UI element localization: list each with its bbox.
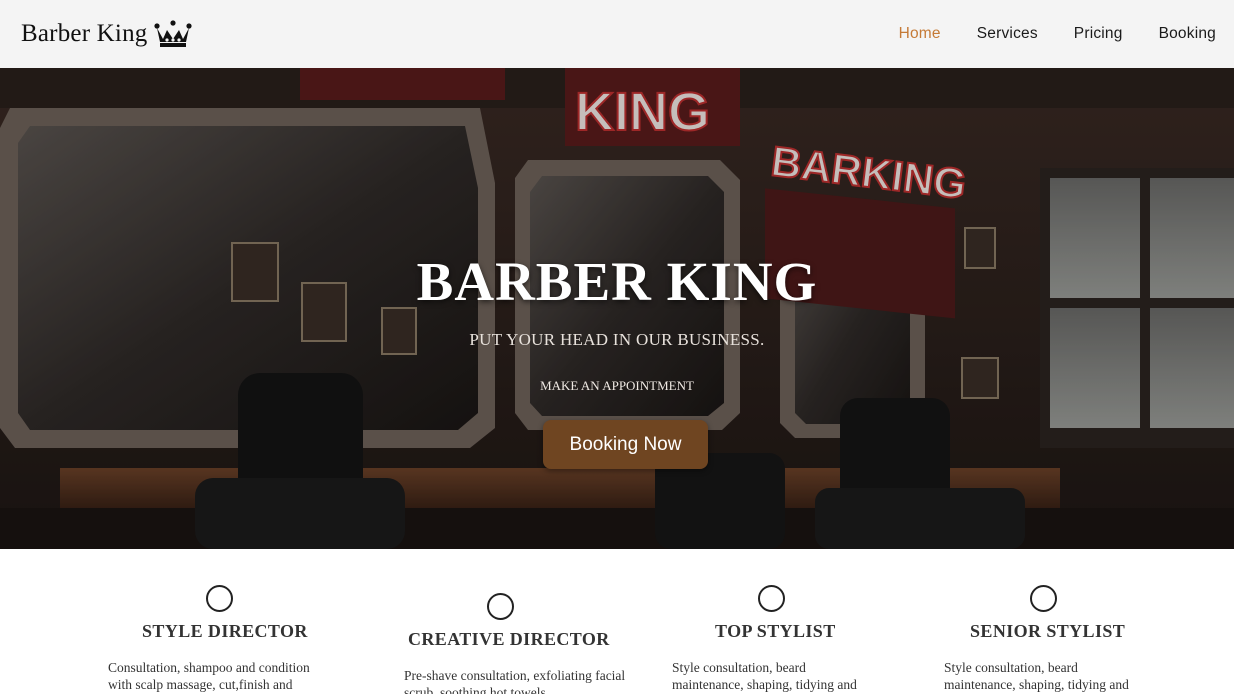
- appointment-label: MAKE AN APPOINTMENT: [540, 378, 694, 393]
- staff-description: Consultation, shampoo and condition with…: [108, 660, 310, 692]
- nav-services[interactable]: Services: [977, 25, 1038, 43]
- staff-description: Style consultation, beard maintenance, s…: [944, 660, 1129, 692]
- crown-icon: [154, 20, 193, 47]
- hero-content: BARBER KING PUT YOUR HEAD IN OUR BUSINES…: [0, 68, 1234, 549]
- staff-role: CREATIVE DIRECTOR: [408, 629, 610, 649]
- brand-name: Barber King: [21, 20, 148, 47]
- nav-pricing[interactable]: Pricing: [1074, 25, 1123, 43]
- brand-logo[interactable]: Barber King: [21, 20, 193, 48]
- hero-title: BARBER KING: [416, 251, 818, 312]
- nav-booking[interactable]: Booking: [1159, 25, 1216, 43]
- hero-section: KING BARKING BARBER KING PUT YOUR HEAD I…: [0, 68, 1234, 549]
- circle-icon: [206, 585, 233, 612]
- staff-role: TOP STYLIST: [715, 621, 836, 641]
- staff-role: STYLE DIRECTOR: [142, 621, 308, 641]
- circle-icon: [1030, 585, 1057, 612]
- main-nav: Home Services Pricing Booking: [899, 25, 1216, 43]
- staff-section: STYLE DIRECTOR Consultation, shampoo and…: [0, 549, 1234, 694]
- booking-now-button[interactable]: Booking Now: [543, 420, 708, 469]
- staff-description: Pre-shave consultation, exfoliating faci…: [404, 668, 626, 694]
- circle-icon: [487, 593, 514, 620]
- circle-icon: [758, 585, 785, 612]
- site-header: Barber King Home Services Pricing Bookin…: [0, 0, 1234, 68]
- hero-tagline: PUT YOUR HEAD IN OUR BUSINESS.: [469, 330, 765, 349]
- staff-role: SENIOR STYLIST: [970, 621, 1126, 641]
- staff-description: Style consultation, beard maintenance, s…: [672, 660, 857, 692]
- nav-home[interactable]: Home: [899, 25, 941, 43]
